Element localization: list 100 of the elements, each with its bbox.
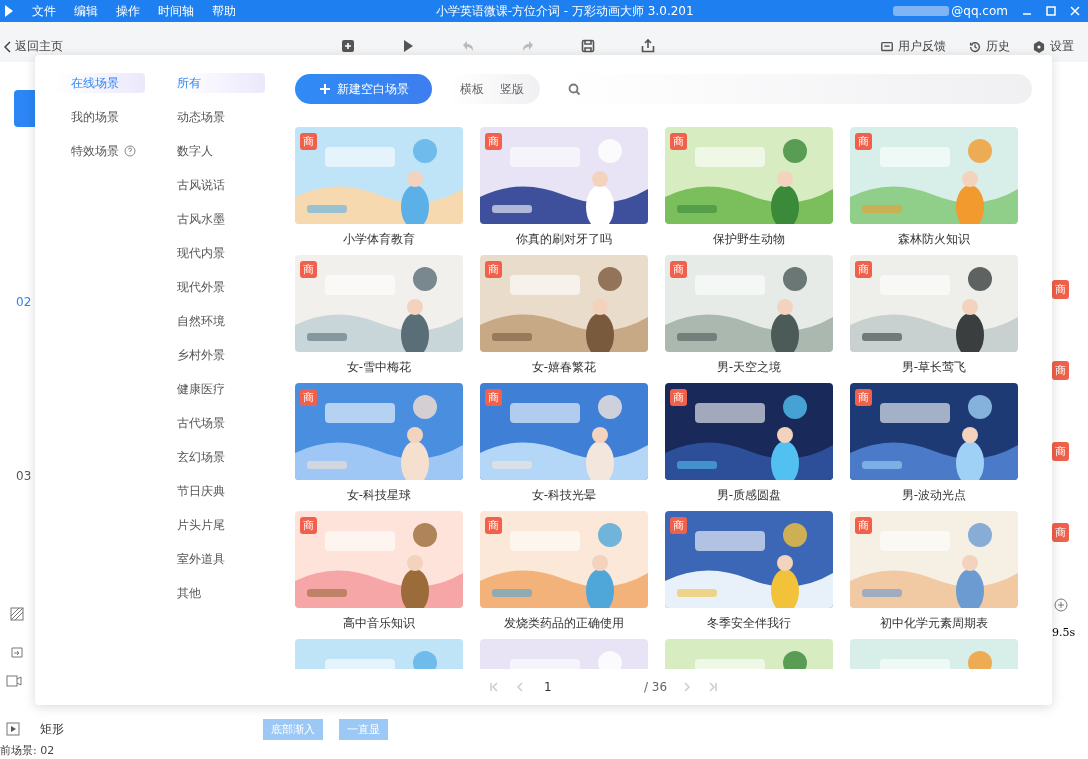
scene-number: 02 [16, 295, 32, 309]
card-title: 女-科技光晕 [531, 487, 597, 504]
chevron-left-icon [4, 40, 12, 53]
category-item[interactable]: 所有 [177, 73, 265, 93]
category-item[interactable]: 乡村外景 [177, 345, 265, 365]
category-item[interactable]: 古风说话 [177, 175, 265, 195]
menu-item[interactable]: 文件 [32, 2, 56, 20]
back-link[interactable]: 返回主页 [0, 38, 340, 55]
template-card[interactable]: 商 你真的刷对牙了吗 [480, 127, 648, 249]
duration-label: 9.5s [1052, 626, 1076, 639]
premium-badge: 商 [670, 389, 687, 406]
template-card[interactable]: 商 男-质感圆盘 [665, 383, 833, 505]
maximize-icon[interactable] [1046, 6, 1056, 16]
redacted-text [893, 6, 950, 16]
category-item[interactable]: 古风水墨 [177, 209, 265, 229]
card-title: 森林防火知识 [898, 231, 970, 248]
save-icon[interactable] [580, 38, 596, 54]
upload-icon[interactable] [640, 38, 656, 54]
category-item[interactable]: 数字人 [177, 141, 265, 161]
account-email: @qq.com [951, 4, 1008, 18]
status-text: 前场景: 02 [0, 743, 56, 758]
video-camera-icon[interactable] [6, 675, 22, 687]
last-page-icon[interactable] [707, 681, 720, 693]
feedback-icon [880, 39, 894, 54]
card-title: 高中音乐知识 [343, 615, 415, 632]
template-card[interactable]: 商 保护野生动物 [665, 127, 833, 249]
card-title: 小学体育教育 [343, 231, 415, 248]
menu-item[interactable]: 时间轴 [158, 2, 194, 20]
new-scene-button[interactable]: 新建空白场景 [295, 74, 432, 104]
template-card[interactable]: 商 男-草长莺飞 [850, 255, 1018, 377]
plus-icon [318, 83, 331, 95]
template-card[interactable]: 商 女-雪中梅花 [295, 255, 463, 377]
category-item[interactable]: 自然环境 [177, 311, 265, 331]
premium-badge: 商 [300, 261, 317, 278]
premium-badge: 商 [855, 261, 872, 278]
premium-badge: 商 [855, 517, 872, 534]
premium-badge: 商 [485, 133, 502, 150]
add-icon[interactable] [340, 38, 356, 54]
premium-badge: 商 [1052, 280, 1069, 299]
card-title: 发烧类药品的正确使用 [504, 615, 624, 632]
card-title: 女-科技星球 [346, 487, 412, 504]
premium-badge: 商 [485, 517, 502, 534]
template-card[interactable]: 商 女-科技星球 [295, 383, 463, 505]
close-icon[interactable] [1070, 6, 1080, 16]
orientation-tab[interactable]: 竖版 [500, 80, 524, 98]
template-card[interactable]: 商 高中音乐知识 [295, 511, 463, 633]
template-card[interactable]: 商 小学体育教育 [295, 127, 463, 249]
category-item[interactable]: 现代内景 [177, 243, 265, 263]
template-card[interactable]: 商 男-波动光点 [850, 383, 1018, 505]
card-title: 男-草长莺飞 [901, 359, 967, 376]
import-icon[interactable] [10, 645, 24, 659]
template-card[interactable]: 商 女-科技光晕 [480, 383, 648, 505]
premium-badge: 商 [1052, 361, 1069, 380]
template-card[interactable]: 商 初中化学元素周期表 [850, 511, 1018, 633]
toolbar-link[interactable]: 设置 [1032, 38, 1074, 55]
add-circle-icon[interactable] [1054, 598, 1068, 612]
history-icon [968, 39, 982, 54]
help-icon[interactable] [124, 145, 136, 157]
menu-item[interactable]: 操作 [116, 2, 140, 20]
category-item[interactable]: 室外道具 [177, 549, 265, 569]
card-title: 女-雪中梅花 [346, 359, 412, 376]
card-title: 女-嬉春繁花 [531, 359, 597, 376]
window-title: 小学英语微课-方位介词 - 万彩动画大师 3.0.201 [434, 2, 695, 20]
premium-badge: 商 [855, 389, 872, 406]
template-card[interactable]: 商 女-嬉春繁花 [480, 255, 648, 377]
category-item[interactable]: 动态场景 [177, 107, 265, 127]
template-card[interactable]: 商 男-天空之境 [665, 255, 833, 377]
first-page-icon[interactable] [487, 681, 500, 693]
menu-item[interactable]: 编辑 [74, 2, 98, 20]
layer-name: 矩形 [40, 720, 65, 738]
premium-badge: 商 [855, 133, 872, 150]
menu-item[interactable]: 帮助 [212, 2, 236, 20]
source-tab[interactable]: 特效场景 [55, 141, 145, 161]
category-item[interactable]: 其他 [177, 583, 265, 603]
card-title: 男-波动光点 [901, 487, 967, 504]
premium-badge: 商 [300, 517, 317, 534]
hatch-icon[interactable] [10, 607, 24, 621]
toolbar-link[interactable]: 用户反馈 [880, 38, 946, 55]
source-tab[interactable]: 我的场景 [55, 107, 145, 127]
orientation-tab[interactable]: 横板 [460, 80, 484, 98]
page-total: / 36 [643, 680, 668, 694]
template-card[interactable]: 商 森林防火知识 [850, 127, 1018, 249]
premium-badge: 商 [1052, 442, 1069, 461]
scene-thumbnail[interactable] [14, 90, 35, 127]
search-icon [568, 82, 581, 96]
template-card[interactable]: 商 冬季安全伴我行 [665, 511, 833, 633]
toolbar-link[interactable]: 历史 [968, 38, 1010, 55]
category-item[interactable]: 片头片尾 [177, 515, 265, 535]
shape-layer-icon [6, 722, 20, 736]
app-logo-icon [4, 4, 14, 18]
page-input[interactable]: 1 [539, 676, 630, 698]
category-item[interactable]: 玄幻场景 [177, 447, 265, 467]
premium-badge: 商 [300, 389, 317, 406]
category-item[interactable]: 健康医疗 [177, 379, 265, 399]
category-item[interactable]: 古代场景 [177, 413, 265, 433]
settings-icon [1032, 39, 1046, 54]
card-title: 你真的刷对牙了吗 [516, 231, 612, 248]
category-item[interactable]: 节日庆典 [177, 481, 265, 501]
template-card[interactable]: 商 发烧类药品的正确使用 [480, 511, 648, 633]
category-item[interactable]: 现代外景 [177, 277, 265, 297]
